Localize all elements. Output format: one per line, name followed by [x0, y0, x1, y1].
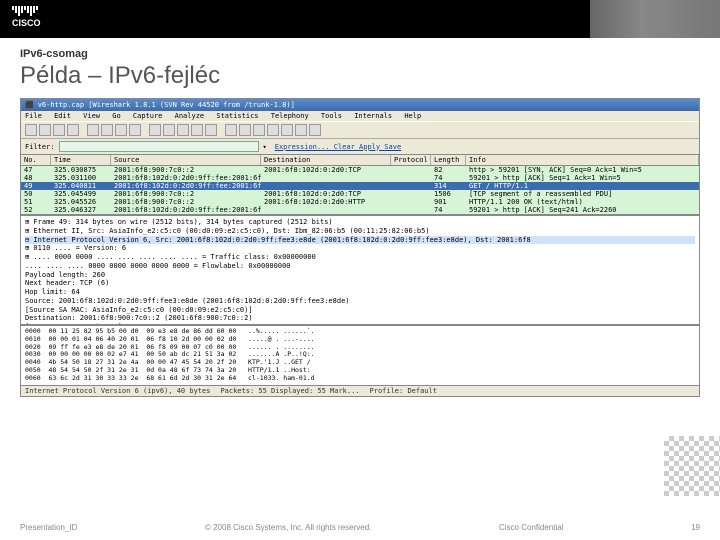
cisco-logo: CISCO [12, 6, 41, 28]
packet-row[interactable]: 50325.0454992001:6f8:900:7c0::22001:6f8:… [21, 190, 699, 198]
footer-right: Cisco Confidential [499, 523, 563, 532]
detail-line[interactable]: Payload length: 260 [25, 271, 695, 280]
detail-line[interactable]: ⊞ .... 0000 0000 .... .... .... .... ...… [25, 253, 695, 262]
detail-line[interactable]: .... .... .... 0000 0000 0000 0000 0000 … [25, 262, 695, 271]
menu-view[interactable]: View [83, 112, 100, 120]
toolbar-icon[interactable] [25, 124, 37, 136]
packet-details[interactable]: ⊞ Frame 49: 314 bytes on wire (2512 bits… [21, 214, 699, 324]
col-time[interactable]: Time [51, 155, 111, 165]
window-title: v6-http.cap [Wireshark 1.8.1 (SVN Rev 44… [38, 101, 295, 109]
toolbar-icon[interactable] [225, 124, 237, 136]
app-icon: ⬛ [25, 101, 34, 109]
toolbar-icon[interactable] [295, 124, 307, 136]
packet-row[interactable]: 51325.0455262001:6f8:900:7c0::22001:6f8:… [21, 198, 699, 206]
toolbar-icon[interactable] [163, 124, 175, 136]
toolbar-icon[interactable] [177, 124, 189, 136]
detail-line[interactable]: ⊟ Internet Protocol Version 6, Src: 2001… [25, 236, 695, 245]
transparency-checker [664, 436, 720, 496]
slide-topbar: CISCO [0, 0, 720, 38]
menu-help[interactable]: Help [404, 112, 421, 120]
toolbar-icon[interactable] [205, 124, 217, 136]
filter-input[interactable] [59, 141, 259, 152]
detail-line[interactable]: ⊞ Frame 49: 314 bytes on wire (2512 bits… [25, 218, 695, 227]
toolbar-icon[interactable] [67, 124, 79, 136]
menu-internals[interactable]: Internals [354, 112, 392, 120]
toolbar-icon[interactable] [87, 124, 99, 136]
menu-bar[interactable]: File Edit View Go Capture Analyze Statis… [21, 111, 699, 121]
col-no[interactable]: No. [21, 155, 51, 165]
slide-breadcrumb: IPv6-csomag [20, 48, 700, 60]
packet-row[interactable]: 52325.0463272001:6f8:102d:0:2d0:9ff:fee:… [21, 206, 699, 214]
banner-photo [590, 0, 720, 38]
footer-left: Presentation_ID [20, 523, 77, 532]
toolbar-icon[interactable] [149, 124, 161, 136]
menu-file[interactable]: File [25, 112, 42, 120]
packet-list[interactable]: 47325.0308752001:6f8:900:7c0::22001:6f8:… [21, 166, 699, 214]
toolbar-icon[interactable] [39, 124, 51, 136]
toolbar-icon[interactable] [309, 124, 321, 136]
col-info[interactable]: Info [466, 155, 699, 165]
menu-tools[interactable]: Tools [321, 112, 342, 120]
status-packets: Packets: 55 Displayed: 55 Mark... [220, 387, 359, 395]
packet-row[interactable]: 49325.0408112001:6f8:102d:0:2d0:9ff:fee:… [21, 182, 699, 190]
menu-analyze[interactable]: Analyze [175, 112, 205, 120]
detail-line[interactable]: Hop limit: 64 [25, 288, 695, 297]
detail-line[interactable]: Destination: 2001:6f8:900:7c0::2 (2001:6… [25, 314, 695, 323]
col-proto[interactable]: Protocol [391, 155, 431, 165]
filter-label: Filter: [25, 143, 55, 151]
col-len[interactable]: Length [431, 155, 466, 165]
col-source[interactable]: Source [111, 155, 261, 165]
detail-line[interactable]: ⊞ 0110 .... = Version: 6 [25, 244, 695, 253]
menu-edit[interactable]: Edit [54, 112, 71, 120]
col-dest[interactable]: Destination [261, 155, 391, 165]
menu-capture[interactable]: Capture [133, 112, 163, 120]
toolbar-icon[interactable] [267, 124, 279, 136]
packet-row[interactable]: 48325.0311002001:6f8:102d:0:2d0:9ff:fee:… [21, 174, 699, 182]
footer-center: © 2008 Cisco Systems, Inc. All rights re… [205, 523, 371, 532]
packet-row[interactable]: 47325.0308752001:6f8:900:7c0::22001:6f8:… [21, 166, 699, 174]
toolbar-icon[interactable] [191, 124, 203, 136]
toolbar-icon[interactable] [101, 124, 113, 136]
toolbar [21, 121, 699, 139]
detail-line[interactable]: Source: 2001:6f8:102d:0:2d0:9ff:fee3:e8d… [25, 297, 695, 306]
toolbar-icon[interactable] [239, 124, 251, 136]
status-file: Internet Protocol Version 6 (ipv6), 40 b… [25, 387, 210, 395]
detail-line[interactable]: ⊞ Ethernet II, Src: AsiaInfo_e2:c5:c0 (0… [25, 227, 695, 236]
wireshark-window: ⬛ v6-http.cap [Wireshark 1.8.1 (SVN Rev … [20, 98, 700, 397]
detail-line[interactable]: Next header: TCP (6) [25, 279, 695, 288]
toolbar-icon[interactable] [281, 124, 293, 136]
slide-footer: Presentation_ID © 2008 Cisco Systems, In… [20, 523, 700, 532]
toolbar-icon[interactable] [53, 124, 65, 136]
footer-page: 19 [691, 523, 700, 532]
status-profile: Profile: Default [370, 387, 437, 395]
menu-telephony[interactable]: Telephony [271, 112, 309, 120]
toolbar-icon[interactable] [129, 124, 141, 136]
filter-dropdown-icon[interactable]: ▾ [263, 143, 267, 151]
window-titlebar: ⬛ v6-http.cap [Wireshark 1.8.1 (SVN Rev … [21, 99, 699, 111]
hex-dump[interactable]: 0000 00 11 25 82 95 b5 00 d0 09 e3 e8 de… [21, 324, 699, 385]
toolbar-icon[interactable] [253, 124, 265, 136]
menu-go[interactable]: Go [112, 112, 120, 120]
toolbar-icon[interactable] [115, 124, 127, 136]
packet-list-header: No. Time Source Destination Protocol Len… [21, 154, 699, 166]
menu-statistics[interactable]: Statistics [216, 112, 258, 120]
detail-line[interactable]: [Source SA MAC: AsiaInfo_e2:c5:c0 (00:d0… [25, 306, 695, 315]
filter-actions[interactable]: Expression... Clear Apply Save [275, 143, 401, 151]
filter-bar: Filter: ▾ Expression... Clear Apply Save [21, 139, 699, 154]
status-bar: Internet Protocol Version 6 (ipv6), 40 b… [21, 385, 699, 396]
slide-title: Példa – IPv6-fejléc [20, 62, 700, 90]
